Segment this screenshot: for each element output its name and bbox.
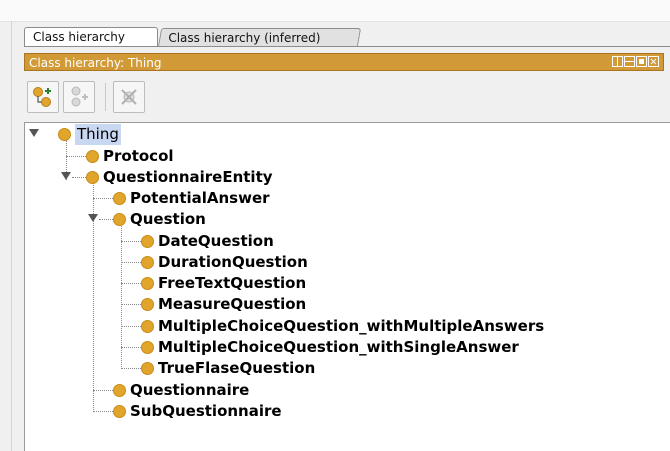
add-sibling-class-button[interactable] [63,81,95,113]
outer-border [11,21,12,451]
tree-connector [72,177,86,178]
tree-node-questionnaire[interactable]: Questionnaire [113,380,249,401]
delete-class-icon [121,89,137,105]
split-horizontal-icon[interactable] [624,56,635,67]
add-sibling-class-icon [71,86,88,107]
tree-node-potentialanswer[interactable]: PotentialAnswer [113,188,270,209]
tree-node-label: MeasureQuestion [158,295,307,313]
class-icon [141,235,154,248]
class-icon [86,150,99,163]
tree-node-label: FreeTextQuestion [158,274,307,292]
tree-connector [99,219,113,220]
tree-node-multiplechoice-multiple[interactable]: MultipleChoiceQuestion_withMultipleAnswe… [141,316,544,337]
view-title-bar: Class hierarchy: Thing [24,53,664,71]
tree-connector [121,304,141,305]
tree-connector [121,283,141,284]
tree-connector [121,262,141,263]
tree-node-label: Question [130,210,206,228]
tree-node-subquestionnaire[interactable]: SubQuestionnaire [113,401,282,422]
tree-connector [93,390,113,391]
view-title: Class hierarchy: Thing [29,56,162,70]
tree-node-label: DurationQuestion [158,253,308,271]
tree-node-measurequestion[interactable]: MeasureQuestion [141,294,306,315]
add-subclass-button[interactable] [27,81,59,113]
add-subclass-icon [33,87,51,107]
tree-node-questionnaireentity[interactable]: QuestionnaireEntity [86,167,273,188]
class-icon [141,362,154,375]
class-icon [141,298,154,311]
tree-connector [66,156,86,157]
toolbar-separator [105,83,106,111]
tab-class-hierarchy-label: Class hierarchy [33,30,125,44]
tree-node-protocol[interactable]: Protocol [86,146,174,167]
close-view-icon[interactable] [648,56,659,67]
split-vertical-icon[interactable] [612,56,623,67]
class-icon [141,320,154,333]
expand-toggle-icon[interactable] [88,214,98,222]
tree-node-label: MultipleChoiceQuestion_withSingleAnswer [158,338,519,356]
maximize-icon[interactable] [636,56,647,67]
tree-connector [93,198,113,199]
tree-node-label: Questionnaire [130,381,250,399]
view-controls [612,56,659,67]
tree-node-freetextquestion[interactable]: FreeTextQuestion [141,273,306,294]
delete-class-button[interactable] [113,81,145,113]
tree-connector [121,368,141,369]
tree-node-question[interactable]: Question [113,209,206,230]
tree-node-durationquestion[interactable]: DurationQuestion [141,252,308,273]
tree-node-label: PotentialAnswer [130,189,270,207]
tree-node-label: TrueFlaseQuestion [158,359,316,377]
class-icon [113,384,126,397]
class-icon [141,277,154,290]
tree-node-label: Thing [75,124,121,145]
class-icon [141,256,154,269]
expand-toggle-icon[interactable] [29,129,39,137]
tab-class-hierarchy-inferred-label: Class hierarchy (inferred) [168,31,321,45]
class-icon [113,405,126,418]
tree-node-truefalsequestion[interactable]: TrueFlaseQuestion [141,358,315,379]
tree-node-label: DateQuestion [158,232,274,250]
class-icon [58,128,71,141]
class-icon [113,192,126,205]
class-icon [113,213,126,226]
tree-node-datequestion[interactable]: DateQuestion [141,231,274,252]
tree-connector [121,241,141,242]
tree-node-label: Protocol [103,147,174,165]
tree-node-multiplechoice-single[interactable]: MultipleChoiceQuestion_withSingleAnswer [141,337,519,358]
tree-node-label: QuestionnaireEntity [103,168,273,186]
tree-node-label: SubQuestionnaire [130,402,282,420]
tree-connector [93,411,113,412]
tree-connector [121,347,141,348]
tree-connector [121,326,141,327]
top-strip [0,0,670,22]
expand-toggle-icon[interactable] [61,172,71,180]
class-icon [141,341,154,354]
tab-class-hierarchy-inferred[interactable]: Class hierarchy (inferred) [158,28,362,46]
tree-node-thing[interactable]: Thing [58,124,121,145]
class-icon [86,171,99,184]
tree-node-label: MultipleChoiceQuestion_withMultipleAnswe… [158,317,545,335]
tab-class-hierarchy[interactable]: Class hierarchy [24,27,158,46]
